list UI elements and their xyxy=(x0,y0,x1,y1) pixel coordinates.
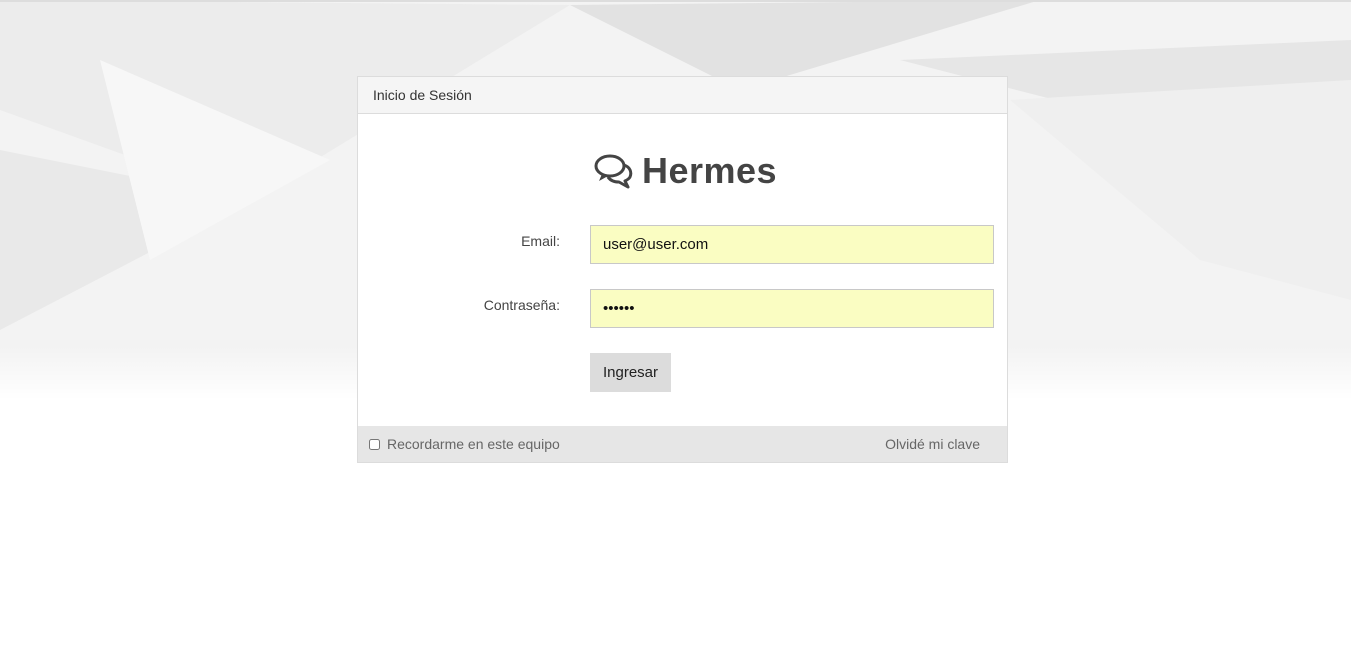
brand-name: Hermes xyxy=(642,150,778,191)
email-field[interactable] xyxy=(590,225,994,264)
password-field[interactable] xyxy=(590,289,994,328)
login-button[interactable]: Ingresar xyxy=(590,353,671,392)
email-label: Email: xyxy=(521,233,560,249)
forgot-password-link[interactable]: Olvidé mi clave xyxy=(885,436,980,452)
brand-logo: Hermes xyxy=(594,150,777,192)
remember-me[interactable]: Recordarme en este equipo xyxy=(369,436,560,452)
login-panel: Inicio de Sesión Hermes Email: Contraseñ… xyxy=(357,76,1008,463)
panel-title: Inicio de Sesión xyxy=(373,87,472,103)
password-row: Contraseña: xyxy=(358,289,1009,328)
panel-body: Hermes Email: Contraseña: Ingresar xyxy=(358,114,1007,427)
email-row: Email: xyxy=(358,225,1009,264)
remember-checkbox[interactable] xyxy=(369,438,380,450)
remember-label: Recordarme en este equipo xyxy=(387,436,560,452)
password-label: Contraseña: xyxy=(483,297,560,313)
panel-header: Inicio de Sesión xyxy=(358,77,1007,114)
chat-bubbles-icon xyxy=(594,154,633,189)
panel-footer: Recordarme en este equipo Olvidé mi clav… xyxy=(358,426,1007,462)
